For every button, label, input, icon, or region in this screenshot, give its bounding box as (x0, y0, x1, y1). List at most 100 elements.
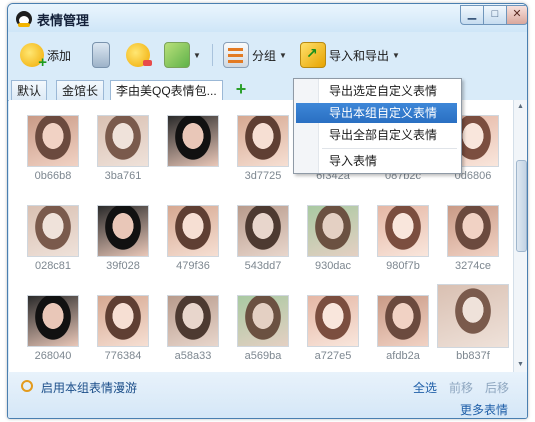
menu-item-export-selected[interactable]: 导出选定自定义表情 (296, 81, 457, 101)
emoticon-item[interactable]: bb837f (437, 284, 509, 372)
emoticon-thumbnail (377, 205, 429, 257)
emoticon-name: 028c81 (34, 260, 72, 272)
chevron-down-icon: ▼ (279, 50, 287, 60)
import-export-label: 导入和导出 (329, 48, 390, 63)
emoticon-item[interactable]: afdb2a (368, 292, 438, 372)
group-icon (223, 42, 249, 68)
move-forward-link[interactable]: 前移 (449, 379, 473, 396)
scroll-up-icon[interactable]: ▲ (515, 101, 526, 113)
emoticon-name: 980f7b (386, 260, 420, 272)
import-export-button[interactable]: 导入和导出 ▼ (300, 42, 400, 68)
import-export-menu: 导出选定自定义表情 导出本组自定义表情 导出全部自定义表情 导入表情 (293, 78, 462, 174)
emoticon-thumbnail (377, 295, 429, 347)
scroll-down-icon[interactable]: ▼ (515, 359, 526, 371)
move-back-link[interactable]: 后移 (485, 379, 509, 396)
edit-emoticon-button[interactable] (126, 42, 152, 68)
maximize-button[interactable]: □ (483, 5, 507, 25)
vertical-scrollbar[interactable]: ▲ ▼ (513, 100, 527, 372)
scrollbar-thumb[interactable] (516, 160, 527, 252)
emoticon-item[interactable]: 980f7b (368, 202, 438, 290)
emoticon-item[interactable]: 0b66b8 (18, 112, 88, 200)
add-button[interactable]: 添加 (20, 42, 72, 71)
emoticon-name: a727e5 (314, 350, 352, 362)
menu-item-export-all[interactable]: 导出全部自定义表情 (296, 125, 457, 145)
emoticon-item[interactable]: 479f36 (158, 202, 228, 290)
emoticon-thumbnail (237, 295, 289, 347)
tab-default[interactable]: 默认 (11, 80, 48, 101)
emoticon-thumbnail (27, 295, 79, 347)
emoticon-thumbnail (307, 205, 359, 257)
tab-jin-guan-zhang[interactable]: 金馆长 (56, 80, 105, 101)
emoticon-thumbnail (97, 295, 149, 347)
emoticon-name: 3ba761 (104, 170, 142, 182)
attach-button[interactable] (92, 42, 110, 68)
title-bar: 表情管理 ▁ □ ✕ (8, 4, 527, 32)
import-export-icon (300, 42, 326, 68)
group-label: 分组 (252, 48, 277, 63)
emoticon-name: 268040 (34, 350, 72, 362)
emoticon-item[interactable]: 39f028 (88, 202, 158, 290)
menu-divider (322, 148, 457, 149)
more-emoticons-link[interactable]: 更多表情 (460, 401, 508, 418)
emoticon-thumbnail (447, 205, 499, 257)
emoticon-name: 776384 (104, 350, 142, 362)
emoticon-thumbnail (97, 205, 149, 257)
clip-icon (92, 42, 110, 68)
footer-bar: 启用本组表情漫游 全选 前移 后移 更多表情 (8, 372, 527, 418)
emoticon-name: 543dd7 (244, 260, 282, 272)
emoticon-thumbnail (167, 115, 219, 167)
emoticon-item[interactable]: 3d7725 (228, 112, 298, 200)
add-emoticon-icon (20, 43, 47, 71)
emoticon-thumbnail (437, 284, 509, 348)
minimize-button[interactable]: ▁ (460, 5, 484, 25)
emoticon-thumbnail (97, 115, 149, 167)
chevron-down-icon: ▼ (392, 50, 400, 60)
emoticon-item[interactable]: 3274ce (438, 202, 508, 290)
emoticon-thumbnail (167, 295, 219, 347)
emoticon-name: a569ba (244, 350, 282, 362)
emoticon-name: 479f36 (176, 260, 210, 272)
emoticon-item[interactable]: 268040 (18, 292, 88, 372)
emoticon-name: 3d7725 (244, 170, 282, 182)
emoticon-name: afdb2a (386, 350, 420, 362)
emoticon-name: 3274ce (454, 260, 492, 272)
close-button[interactable]: ✕ (506, 5, 527, 25)
toolbar-divider (212, 44, 213, 66)
emoticon-item[interactable] (158, 112, 228, 200)
emoticon-thumbnail (307, 295, 359, 347)
emoticon-item[interactable]: 930dac (298, 202, 368, 290)
group-button[interactable]: 分组 ▼ (223, 42, 287, 68)
add-label: 添加 (47, 48, 72, 63)
roam-icon (21, 380, 33, 392)
add-group-icon[interactable]: + (233, 80, 249, 98)
emoticon-name: bb837f (456, 350, 490, 362)
emoticon-item[interactable]: 3ba761 (88, 112, 158, 200)
qq-penguin-icon (16, 11, 32, 27)
menu-item-import[interactable]: 导入表情 (296, 151, 457, 171)
select-all-link[interactable]: 全选 (413, 379, 437, 396)
emoticon-item[interactable]: 776384 (88, 292, 158, 372)
menu-item-export-group[interactable]: 导出本组自定义表情 (296, 103, 457, 123)
window-title: 表情管理 (37, 13, 90, 28)
picture-icon (164, 42, 190, 68)
emoticon-thumbnail (27, 115, 79, 167)
emoticon-name: 0b66b8 (34, 170, 72, 182)
emoticon-item[interactable]: 028c81 (18, 202, 88, 290)
emoticon-name: a58a33 (174, 350, 212, 362)
tab-li-you-mei[interactable]: 李由美QQ表情包... (110, 80, 223, 102)
emoticon-item[interactable]: a569ba (228, 292, 298, 372)
emoticon-thumbnail (27, 205, 79, 257)
chevron-down-icon: ▼ (193, 50, 201, 60)
emoticon-edit-icon (126, 43, 152, 67)
enable-roaming-link[interactable]: 启用本组表情漫游 (41, 379, 137, 396)
emoticon-item[interactable]: 543dd7 (228, 202, 298, 290)
emoticon-thumbnail (237, 115, 289, 167)
toolbar: 添加 ▼ 分组 ▼ 导入和导出 ▼ (8, 34, 527, 76)
emoticon-manager-window: 表情管理 ▁ □ ✕ 添加 ▼ 分组 ▼ 导入和导出 ▼ (7, 3, 528, 419)
picture-menu-button[interactable]: ▼ (164, 42, 201, 68)
emoticon-name: 930dac (314, 260, 352, 272)
emoticon-item[interactable]: a58a33 (158, 292, 228, 372)
emoticon-item[interactable]: a727e5 (298, 292, 368, 372)
emoticon-thumbnail (237, 205, 289, 257)
emoticon-name: 39f028 (106, 260, 140, 272)
